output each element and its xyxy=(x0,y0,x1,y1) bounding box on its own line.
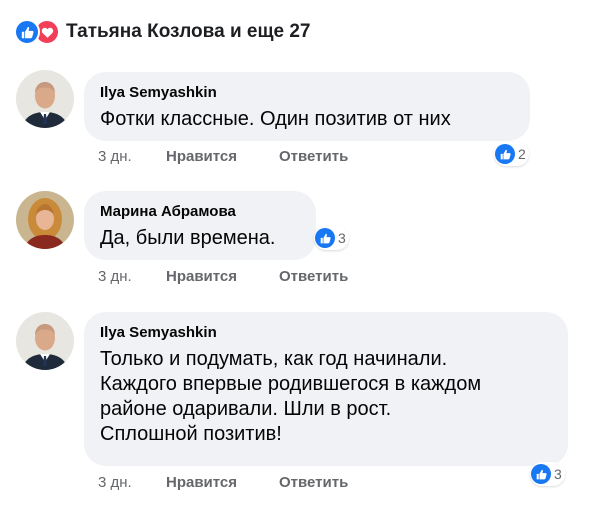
comment-text-line: Каждого впервые родившегося в каждом xyxy=(100,373,482,395)
comment-actions: 3 дн. Нравится Ответить xyxy=(98,474,348,491)
reply-button[interactable]: Ответить xyxy=(279,148,348,165)
reactions-summary-text[interactable]: Татьяна Козлова и еще 27 xyxy=(66,21,310,43)
comment-reactions-badge[interactable]: 3 xyxy=(314,226,349,250)
comment-author[interactable]: Ilya Semyashkin xyxy=(100,323,552,343)
comment-bubble: Ilya Semyashkin Фотки классные. Один поз… xyxy=(84,72,530,141)
like-button[interactable]: Нравится xyxy=(166,268,279,285)
reaction-count: 2 xyxy=(518,146,526,162)
comment-text: Только и подумать, как год начинали. Каж… xyxy=(100,347,552,447)
comment-text-line: Сплошной позитив! xyxy=(100,423,282,445)
reaction-count: 3 xyxy=(338,230,346,246)
comment-reactions-badge[interactable]: 2 xyxy=(494,142,529,166)
like-button[interactable]: Нравится xyxy=(166,474,279,491)
comment-author[interactable]: Марина Абрамова xyxy=(100,202,300,222)
like-icon xyxy=(495,144,515,164)
comment-text: Да, были времена. xyxy=(100,227,276,249)
avatar[interactable] xyxy=(16,191,74,249)
comment-bubble: Марина Абрамова Да, были времена. xyxy=(84,191,316,260)
comment-actions: 3 дн. Нравится Ответить xyxy=(98,148,348,165)
like-icon xyxy=(531,464,551,484)
comment-timestamp[interactable]: 3 дн. xyxy=(98,268,166,285)
comment-timestamp[interactable]: 3 дн. xyxy=(98,474,166,491)
comment-text: Фотки классные. Один позитив от них xyxy=(100,108,451,130)
reply-button[interactable]: Ответить xyxy=(279,268,348,285)
reaction-count: 3 xyxy=(554,466,562,482)
reactions-summary[interactable]: Татьяна Козлова и еще 27 xyxy=(14,18,310,46)
reaction-icons xyxy=(14,19,62,45)
comment-bubble: Ilya Semyashkin Только и подумать, как г… xyxy=(84,312,568,466)
comment-actions: 3 дн. Нравится Ответить xyxy=(98,268,348,285)
like-icon xyxy=(315,228,335,248)
like-icon xyxy=(14,19,40,45)
comment-text-line: районе одаривали. Шли в рост. xyxy=(100,398,392,420)
comment-text-line: Только и подумать, как год начинали. xyxy=(100,348,448,370)
comment-timestamp[interactable]: 3 дн. xyxy=(98,148,166,165)
like-button[interactable]: Нравится xyxy=(166,148,279,165)
comment-author[interactable]: Ilya Semyashkin xyxy=(100,83,514,103)
avatar[interactable] xyxy=(16,312,74,370)
avatar[interactable] xyxy=(16,70,74,128)
comment-reactions-badge[interactable]: 3 xyxy=(530,462,565,486)
reply-button[interactable]: Ответить xyxy=(279,474,348,491)
